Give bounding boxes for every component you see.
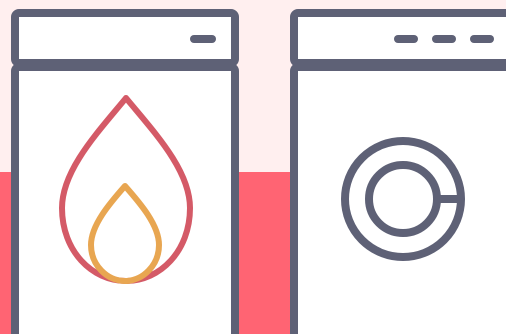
water-heater-body: [11, 63, 239, 334]
washing-machine-body: [290, 63, 506, 334]
washing-machine-icon: [290, 9, 506, 334]
illustration-scene: [0, 0, 506, 334]
appliances-illustration: [11, 9, 506, 334]
water-heater-icon: [11, 9, 239, 334]
